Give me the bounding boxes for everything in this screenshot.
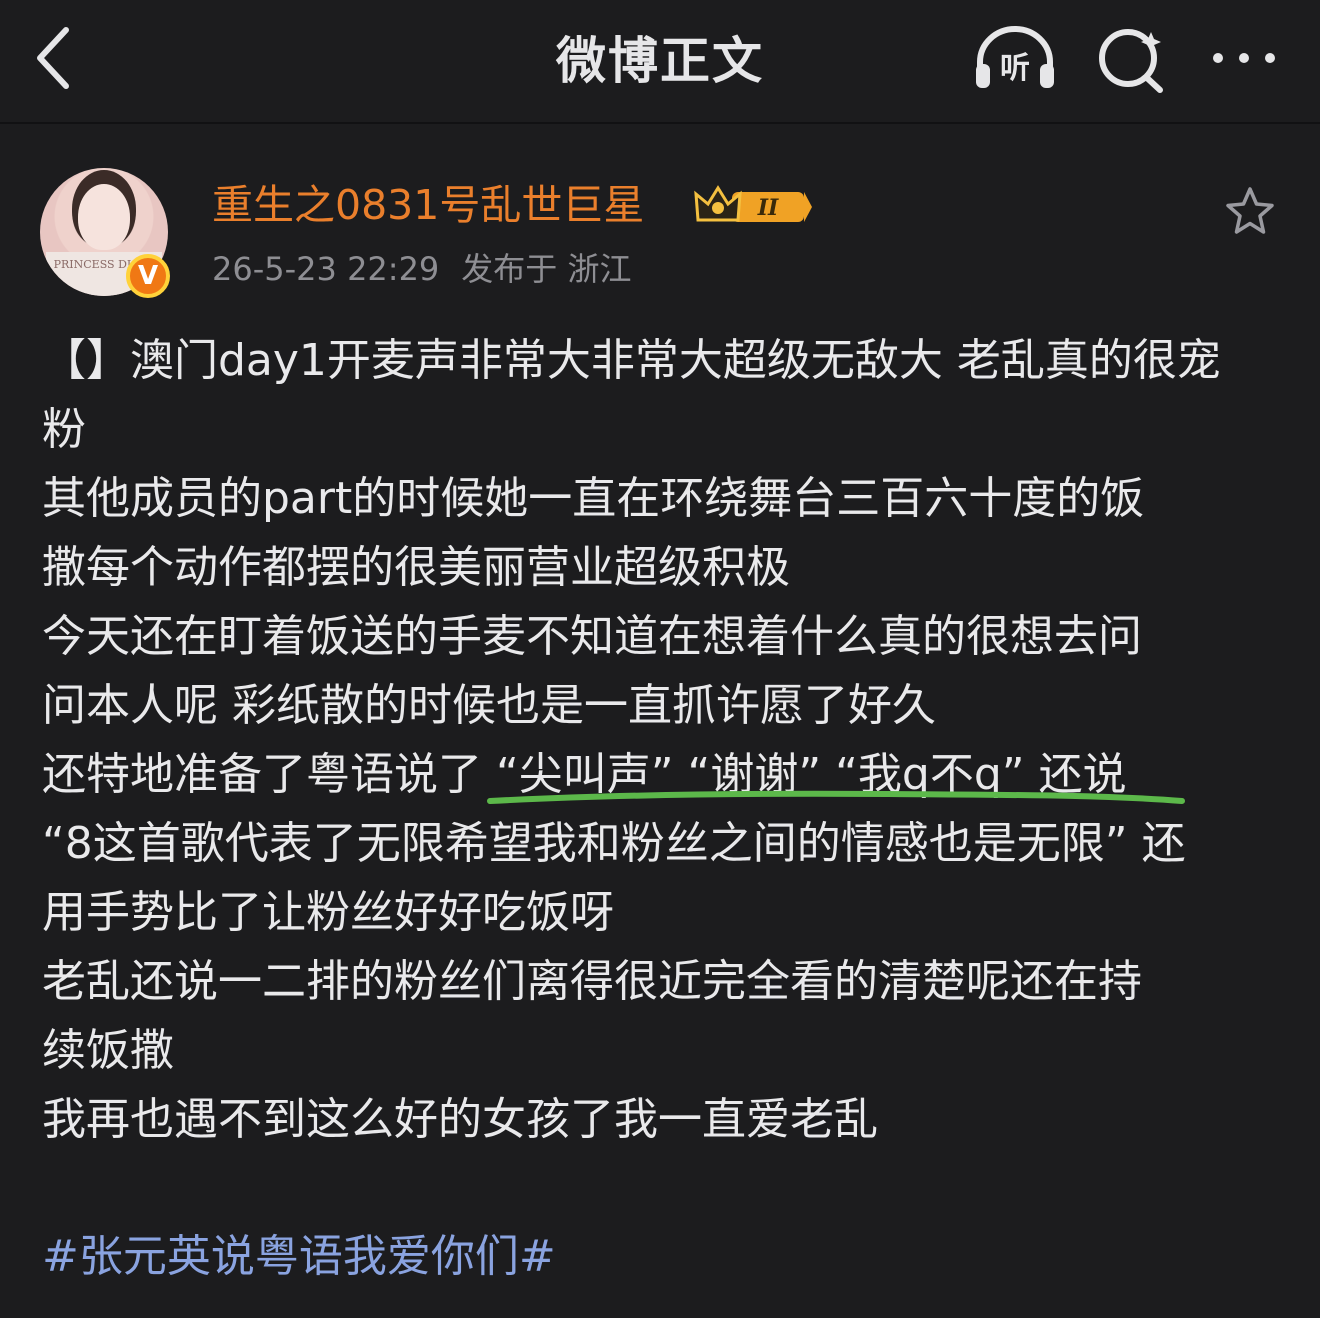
post-content: 【】澳门day1开麦声非常大非常大超级无敌大 老乱真的很宠 粉 其他成员的par… (42, 326, 1282, 1154)
star-icon (1226, 187, 1274, 234)
page-title: 微博正文 (556, 32, 764, 90)
post-timestamp: 26-5-23 22:29 (212, 250, 440, 288)
listen-button[interactable]: 听 (970, 22, 1060, 96)
crown-icon: II (694, 185, 812, 222)
post-line: 【】澳门day1开麦声非常大非常大超级无敌大 老乱真的很宠 (42, 335, 1221, 386)
post-line: 撒每个动作都摆的很美丽营业超级积极 (42, 542, 790, 593)
post-line: 今天还在盯着饭送的手麦不知道在想着什么真的很想去问 (42, 611, 1142, 662)
chevron-left-icon (37, 27, 69, 89)
post-line: 我再也遇不到这么好的女孩了我一直爱老乱 (42, 1094, 878, 1145)
top-nav-bar: 微博正文 听 (0, 0, 1320, 124)
post-line: 粉 (42, 404, 86, 455)
back-button[interactable] (24, 20, 88, 96)
post-meta: 26-5-23 22:29 发布于 浙江 (212, 244, 631, 294)
listen-label: 听 (1000, 51, 1030, 86)
hashtag-link[interactable]: #张元英说粤语我爱你们# (42, 1222, 556, 1291)
post-line: 问本人呢 彩纸散的时候也是一直抓许愿了好久 (42, 680, 936, 731)
post-line: 老乱还说一二排的粉丝们离得很近完全看的清楚呢还在持 (42, 956, 1142, 1007)
verified-badge: V (126, 254, 170, 298)
favorite-button[interactable] (1222, 184, 1278, 240)
post-line: 续饭撒 (42, 1025, 174, 1076)
more-icon (1213, 53, 1275, 63)
post-line: “8这首歌代表了无限希望我和粉丝之间的情感也是无限” 还 (42, 818, 1186, 869)
post-location: 发布于 浙江 (461, 250, 632, 288)
post-line: 其他成员的part的时候她一直在环绕舞台三百六十度的饭 (42, 473, 1145, 524)
search-button[interactable] (1088, 22, 1178, 96)
fan-level-badge[interactable]: II (692, 180, 812, 230)
headphone-listen-icon: 听 (976, 26, 1054, 88)
handdrawn-underline (487, 790, 1185, 804)
level-number: II (757, 195, 779, 221)
author-name[interactable]: 重生之0831号乱世巨星 (212, 176, 644, 234)
search-icon (1099, 29, 1163, 93)
more-button[interactable] (1200, 22, 1290, 96)
post-line: 用手势比了让粉丝好好吃饭呀 (42, 887, 614, 938)
